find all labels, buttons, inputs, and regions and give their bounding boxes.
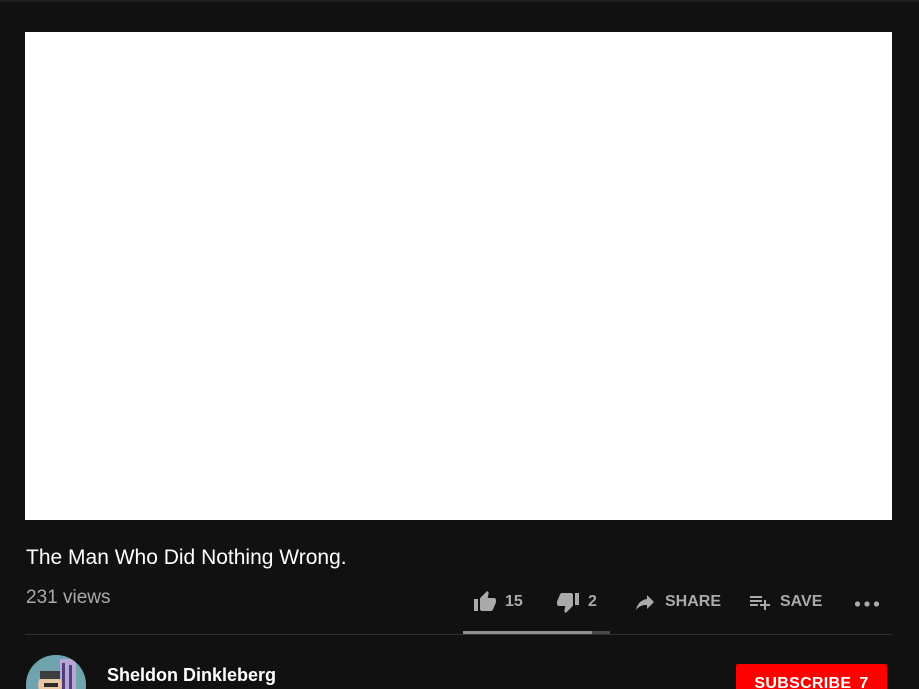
dislike-button[interactable]: 2 bbox=[556, 588, 597, 616]
like-count: 15 bbox=[505, 593, 523, 610]
more-horiz-icon bbox=[854, 588, 880, 616]
save-button[interactable]: SAVE bbox=[748, 588, 822, 616]
like-button[interactable]: 15 bbox=[473, 588, 523, 616]
divider bbox=[25, 634, 892, 635]
video-player[interactable] bbox=[25, 32, 892, 520]
view-count: 231 views bbox=[26, 587, 111, 608]
channel-name[interactable]: Sheldon Dinkleberg bbox=[107, 665, 276, 686]
channel-avatar[interactable] bbox=[26, 655, 86, 689]
playlist-add-icon bbox=[748, 590, 772, 614]
video-title: The Man Who Did Nothing Wrong. bbox=[26, 546, 347, 569]
watch-page: The Man Who Did Nothing Wrong. 231 views… bbox=[0, 0, 919, 689]
more-actions-button[interactable] bbox=[854, 588, 880, 616]
top-border bbox=[0, 0, 919, 2]
share-button[interactable]: SHARE bbox=[633, 588, 721, 616]
save-label: SAVE bbox=[780, 593, 823, 610]
share-label: SHARE bbox=[665, 593, 722, 610]
avatar-image bbox=[26, 655, 86, 689]
dislike-count: 2 bbox=[588, 593, 597, 610]
thumbs-down-icon bbox=[556, 590, 580, 614]
subscribe-label: SUBSCRIBE bbox=[754, 675, 852, 689]
thumbs-up-icon bbox=[473, 590, 497, 614]
subscribe-button[interactable]: SUBSCRIBE 7 bbox=[736, 664, 887, 689]
subscriber-count: 7 bbox=[859, 675, 869, 689]
share-arrow-icon bbox=[633, 590, 657, 614]
